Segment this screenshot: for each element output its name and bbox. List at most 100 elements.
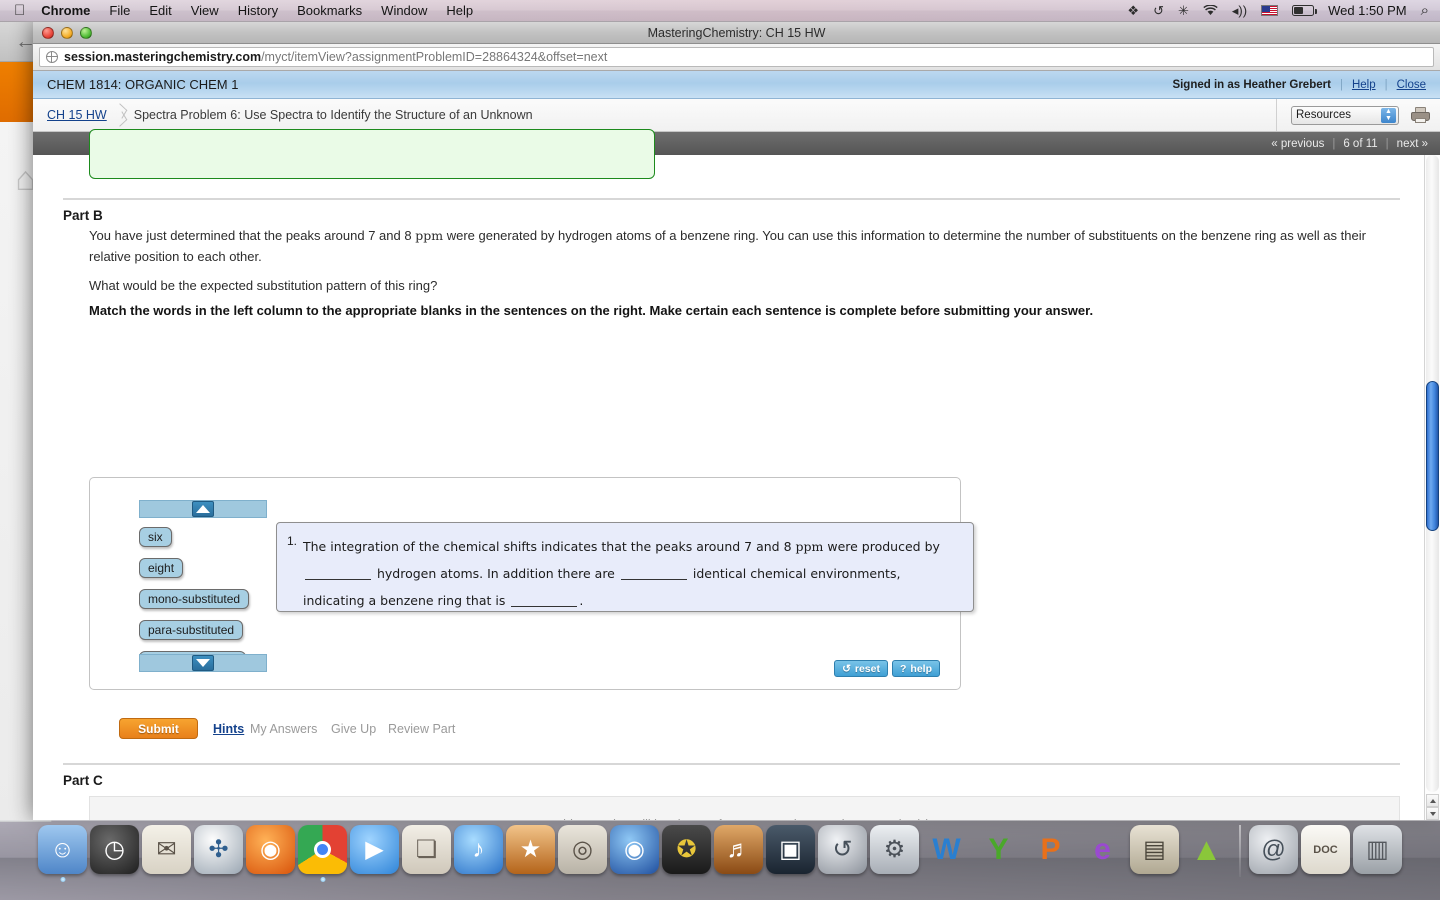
dock-item-android-file-transfer[interactable]: ▲ bbox=[1182, 825, 1231, 874]
scrollbar-thumb[interactable] bbox=[1426, 381, 1439, 531]
word-bank-scroll-up[interactable] bbox=[139, 500, 267, 518]
dropbox-icon[interactable]: ❖ bbox=[1127, 4, 1139, 17]
dock-item-time-machine[interactable]: ↺ bbox=[818, 825, 867, 874]
dock-item-app-w[interactable]: W bbox=[922, 825, 971, 874]
mastering-header: CHEM 1814: ORGANIC CHEM 1 Signed in as H… bbox=[33, 71, 1440, 99]
part-c-divider bbox=[63, 763, 1400, 765]
dock-item-app-p[interactable]: P bbox=[1026, 825, 1075, 874]
menu-item-view[interactable]: View bbox=[191, 3, 219, 18]
dock-item-itunes[interactable]: ♪ bbox=[454, 825, 503, 874]
dock-separator bbox=[1239, 825, 1241, 877]
hints-link[interactable]: Hints bbox=[213, 722, 244, 736]
wifi-icon[interactable] bbox=[1203, 5, 1218, 16]
word-chip-six[interactable]: six bbox=[139, 527, 172, 547]
part-c-label: Part C bbox=[63, 773, 103, 788]
sentence-unit: ppm bbox=[795, 539, 824, 554]
menu-item-help[interactable]: Help bbox=[446, 3, 473, 18]
dock-item-photobooth[interactable]: ◎ bbox=[558, 825, 607, 874]
reset-button[interactable]: ↺ reset bbox=[834, 660, 888, 677]
dock-item-imovie[interactable]: ★ bbox=[506, 825, 555, 874]
breadcrumb-parent-link[interactable]: CH 15 HW bbox=[47, 108, 107, 122]
word-chip-para-substituted[interactable]: para-substituted bbox=[139, 620, 244, 640]
help-link[interactable]: Help bbox=[1352, 79, 1376, 91]
close-link[interactable]: Close bbox=[1397, 79, 1426, 91]
word-chip-eight[interactable]: eight bbox=[139, 558, 184, 578]
apple-menu-icon[interactable]:  bbox=[14, 3, 25, 18]
us-flag-icon[interactable] bbox=[1261, 5, 1279, 16]
system-preferences-icon: ⚙ bbox=[883, 836, 906, 863]
signed-in-label: Signed in as Heather Grebert bbox=[1172, 78, 1331, 91]
dock-item-safari[interactable]: ✣ bbox=[194, 825, 243, 874]
spotlight-search-icon[interactable]: ⌕ bbox=[1421, 3, 1429, 18]
word-chip-ortho-substituted[interactable]: ortho-substituted bbox=[139, 651, 247, 654]
time-machine-icon[interactable]: ↺ bbox=[1153, 4, 1164, 17]
dock-item-mail[interactable]: ✉ bbox=[142, 825, 191, 874]
menu-bar-clock[interactable]: Wed 1:50 PM bbox=[1328, 3, 1407, 18]
firefox-icon: ◉ bbox=[260, 836, 281, 863]
dock-item-trash[interactable]: ▥ bbox=[1353, 825, 1402, 874]
sentence-blank-1[interactable] bbox=[305, 567, 371, 580]
web-page-content: CHEM 1814: ORGANIC CHEM 1 Signed in as H… bbox=[33, 71, 1440, 820]
printer-icon[interactable] bbox=[1411, 107, 1430, 123]
menu-item-edit[interactable]: Edit bbox=[149, 3, 171, 18]
dock-item-system-preferences[interactable]: ⚙ bbox=[870, 825, 919, 874]
dock-item-idvd[interactable]: ◉ bbox=[610, 825, 659, 874]
menu-item-window[interactable]: Window bbox=[381, 3, 427, 18]
dock-item-app-y[interactable]: Y bbox=[974, 825, 1023, 874]
document-icon: DOC bbox=[1313, 843, 1338, 856]
dock-item-mission-control[interactable]: ▣ bbox=[766, 825, 815, 874]
menu-item-file[interactable]: File bbox=[109, 3, 130, 18]
part-c-locked-box: This question will be shown after you co… bbox=[89, 796, 1400, 820]
dock-item-chrome[interactable] bbox=[298, 825, 347, 882]
my-answers-link[interactable]: My Answers bbox=[250, 722, 317, 736]
iphoto-icon: ❏ bbox=[415, 836, 438, 863]
scrollbar-up-button[interactable] bbox=[1426, 794, 1439, 807]
dock-item-scanner[interactable]: ▤ bbox=[1130, 825, 1179, 874]
menu-item-bookmarks[interactable]: Bookmarks bbox=[297, 3, 362, 18]
dock-item-facetime[interactable]: ▶ bbox=[350, 825, 399, 874]
dock-item-dashboard[interactable]: ◷ bbox=[90, 825, 139, 874]
dock-item-document[interactable]: DOC bbox=[1301, 825, 1350, 874]
dock-item-iphoto[interactable]: ❏ bbox=[402, 825, 451, 874]
address-bar[interactable]: session.masteringchemistry.com/myct/item… bbox=[39, 47, 1434, 67]
battery-icon[interactable] bbox=[1292, 5, 1318, 16]
sentence-blank-3[interactable] bbox=[511, 594, 578, 607]
next-link[interactable]: next » bbox=[1397, 138, 1428, 150]
scroll-down-arrow-icon bbox=[192, 655, 214, 671]
mail-at-icon: @ bbox=[1261, 835, 1286, 863]
idvd-icon: ◉ bbox=[624, 836, 645, 863]
resources-select[interactable]: Resources ▲ ▼ bbox=[1291, 105, 1399, 125]
bluetooth-icon[interactable]: ✳ bbox=[1178, 4, 1189, 17]
url-path: /myct/itemView?assignmentProblemID=28864… bbox=[261, 50, 608, 64]
dock-item-iphoto-star[interactable]: ✪ bbox=[662, 825, 711, 874]
scrollbar-down-button[interactable] bbox=[1426, 807, 1439, 820]
volume-icon[interactable]: ◂)) bbox=[1232, 4, 1247, 17]
word-bank: six eight mono-substituted para-substitu… bbox=[139, 500, 267, 672]
dock-item-finder[interactable]: ☺ bbox=[38, 825, 87, 882]
dock-item-garageband[interactable]: ♬ bbox=[714, 825, 763, 874]
url-host: session.masteringchemistry.com bbox=[64, 50, 262, 64]
app-y-icon: Y bbox=[988, 832, 1009, 866]
word-bank-scroll-down[interactable] bbox=[139, 654, 267, 672]
dock-item-app-e[interactable]: e bbox=[1078, 825, 1127, 874]
nav-separator-2: | bbox=[1385, 137, 1389, 150]
question-mark-icon: ? bbox=[899, 662, 907, 675]
previous-link[interactable]: « previous bbox=[1271, 138, 1324, 150]
account-links: Signed in as Heather Grebert | Help | Cl… bbox=[1172, 79, 1426, 91]
window-title: MasteringChemistry: CH 15 HW bbox=[647, 25, 826, 40]
wifi-icon-svg bbox=[1203, 5, 1218, 15]
sentence-drop-panel[interactable]: 1. The integration of the chemical shift… bbox=[276, 522, 974, 612]
mac-menu-bar:  Chrome File Edit View History Bookmark… bbox=[0, 0, 1440, 22]
sentence-blank-2[interactable] bbox=[620, 567, 687, 580]
nav-separator-1: | bbox=[1332, 137, 1336, 150]
help-button[interactable]: ? help bbox=[891, 660, 940, 677]
dock-item-mail-at[interactable]: @ bbox=[1249, 825, 1298, 874]
review-part-link[interactable]: Review Part bbox=[388, 722, 455, 736]
dock-item-firefox[interactable]: ◉ bbox=[246, 825, 295, 874]
give-up-link[interactable]: Give Up bbox=[331, 722, 376, 736]
word-chip-mono-substituted[interactable]: mono-substituted bbox=[139, 589, 250, 609]
menu-item-chrome[interactable]: Chrome bbox=[41, 3, 90, 18]
submit-button[interactable]: Submit bbox=[119, 718, 198, 739]
menu-item-history[interactable]: History bbox=[238, 3, 278, 18]
page-scrollbar[interactable] bbox=[1424, 155, 1440, 820]
